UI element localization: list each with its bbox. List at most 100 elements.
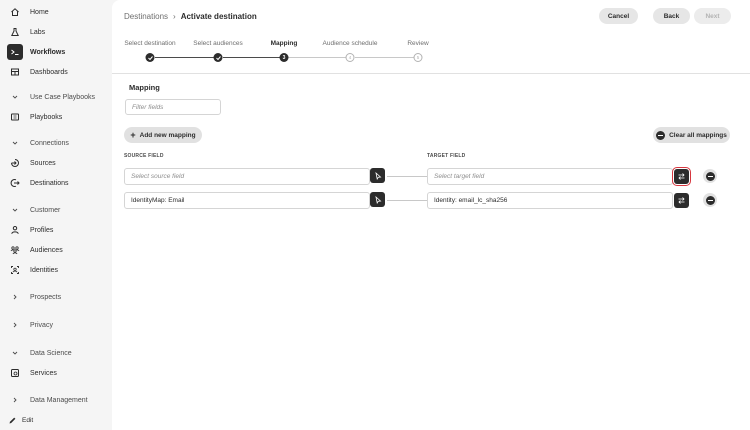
nav-label: Dashboards	[30, 68, 68, 76]
nav-label: Privacy	[30, 321, 53, 329]
nav-label: Use Case Playbooks	[30, 93, 95, 101]
edit-label: Edit	[22, 416, 34, 424]
cancel-button[interactable]: Cancel	[599, 8, 638, 24]
nav-item-home[interactable]: Home	[4, 4, 108, 20]
nav-label: Profiles	[30, 226, 54, 234]
filter-fields-input[interactable]: Filter fields	[125, 99, 221, 115]
target-field-input[interactable]: Select target field	[427, 168, 673, 185]
chevron-down-icon	[7, 135, 23, 151]
destinations-icon	[7, 175, 23, 191]
step-complete-check-icon	[145, 53, 155, 62]
select-target-field-button[interactable]	[674, 193, 689, 208]
nav-label: Prospects	[30, 293, 62, 301]
remove-mapping-button[interactable]	[703, 193, 717, 207]
chevron-down-icon	[7, 345, 23, 361]
sources-icon	[7, 155, 23, 171]
nav-label: Connections	[30, 139, 69, 147]
nav-label: Identities	[30, 266, 59, 274]
step-pending-indicator: 5	[413, 53, 423, 62]
nav-label: Sources	[30, 159, 56, 167]
step-label-select-audiences[interactable]: Select audiences	[193, 40, 243, 47]
remove-circle-icon	[705, 171, 715, 181]
step-label-select-destination[interactable]: Select destination	[124, 40, 175, 47]
step-connector	[288, 57, 350, 58]
step-label-review: Review	[407, 40, 429, 47]
chevron-right-icon	[7, 317, 23, 333]
nav-group-data-science[interactable]: Data Science	[4, 345, 108, 361]
services-icon	[7, 365, 23, 381]
nav-group-prospects[interactable]: Prospects	[4, 289, 108, 305]
nav-item-audiences[interactable]: Audiences	[4, 242, 108, 258]
back-button[interactable]: Back	[653, 8, 690, 24]
step-connector	[223, 57, 284, 58]
nav-item-services[interactable]: Services	[4, 365, 108, 381]
chevron-down-icon	[7, 89, 23, 105]
left-nav: Home Labs Workflows Dashboards Use Case …	[0, 0, 112, 430]
chevron-right-icon	[7, 289, 23, 305]
add-new-mapping-button[interactable]: + Add new mapping	[124, 127, 202, 143]
breadcrumb-destinations[interactable]: Destinations	[124, 12, 168, 21]
nav-item-workflows[interactable]: Workflows	[4, 44, 108, 60]
workflow-icon	[7, 44, 23, 60]
target-field-input[interactable]: Identity: email_lc_sha256	[427, 192, 673, 209]
flask-icon	[7, 24, 23, 40]
nav-group-data-management[interactable]: Data Management	[4, 392, 108, 408]
cursor-arrow-icon	[374, 195, 382, 204]
cursor-arrow-icon	[374, 171, 382, 180]
page-title: Activate destination	[180, 12, 257, 21]
next-button[interactable]: Next	[694, 8, 731, 24]
pencil-icon	[8, 416, 17, 425]
swap-arrows-icon	[677, 196, 686, 205]
step-current-indicator: 3	[279, 53, 289, 62]
clear-all-mappings-button[interactable]: Clear all mappings	[653, 127, 730, 143]
select-source-attribute-button[interactable]	[370, 192, 385, 207]
mapping-connector	[387, 200, 427, 201]
home-icon	[7, 4, 23, 20]
breadcrumb-chevron-icon: ›	[173, 12, 176, 21]
workflow-header: Destinations › Activate destination Canc…	[112, 0, 750, 74]
nav-label: Data Science	[30, 349, 72, 357]
nav-label: Labs	[30, 28, 46, 36]
nav-label: Playbooks	[30, 113, 63, 121]
nav-item-destinations[interactable]: Destinations	[4, 175, 108, 191]
nav-item-playbooks[interactable]: Playbooks	[4, 109, 108, 125]
remove-mapping-button[interactable]	[703, 169, 717, 183]
step-connector	[155, 57, 218, 58]
identities-icon	[7, 262, 23, 278]
nav-item-sources[interactable]: Sources	[4, 155, 108, 171]
nav-item-profiles[interactable]: Profiles	[4, 222, 108, 238]
step-complete-check-icon	[213, 53, 223, 62]
nav-label: Audiences	[30, 246, 63, 254]
remove-circle-icon	[705, 195, 715, 205]
add-mapping-label: Add new mapping	[139, 131, 196, 139]
nav-item-labs[interactable]: Labs	[4, 24, 108, 40]
nav-group-customer[interactable]: Customer	[4, 202, 108, 218]
nav-label: Destinations	[30, 179, 69, 187]
nav-item-identities[interactable]: Identities	[4, 262, 108, 278]
step-label-audience-schedule: Audience schedule	[322, 40, 378, 47]
step-pending-indicator: 4	[345, 53, 355, 62]
step-connector	[355, 57, 416, 58]
nav-label: Customer	[30, 206, 61, 214]
main-panel: Destinations › Activate destination Canc…	[112, 0, 750, 430]
breadcrumb: Destinations › Activate destination	[124, 12, 257, 21]
source-field-input[interactable]: IdentityMap: Email	[124, 192, 370, 209]
select-source-attribute-button[interactable]	[370, 168, 385, 183]
nav-group-connections[interactable]: Connections	[4, 135, 108, 151]
select-target-field-button[interactable]	[672, 167, 691, 186]
profile-icon	[7, 222, 23, 238]
nav-label: Data Management	[30, 396, 88, 404]
swap-arrows-icon	[677, 172, 686, 181]
nav-group-use-case-playbooks[interactable]: Use Case Playbooks	[4, 89, 108, 105]
nav-group-privacy[interactable]: Privacy	[4, 317, 108, 333]
nav-label: Workflows	[30, 48, 66, 56]
source-field-input[interactable]: Select source field	[124, 168, 370, 185]
remove-circle-icon	[656, 130, 666, 140]
nav-item-dashboards[interactable]: Dashboards	[4, 64, 108, 80]
section-title: Mapping	[129, 83, 160, 92]
source-field-header: SOURCE FIELD	[124, 153, 164, 159]
chevron-down-icon	[7, 202, 23, 218]
playbook-icon	[7, 109, 23, 125]
audiences-icon	[7, 242, 23, 258]
edit-nav-button[interactable]: Edit	[4, 412, 33, 428]
